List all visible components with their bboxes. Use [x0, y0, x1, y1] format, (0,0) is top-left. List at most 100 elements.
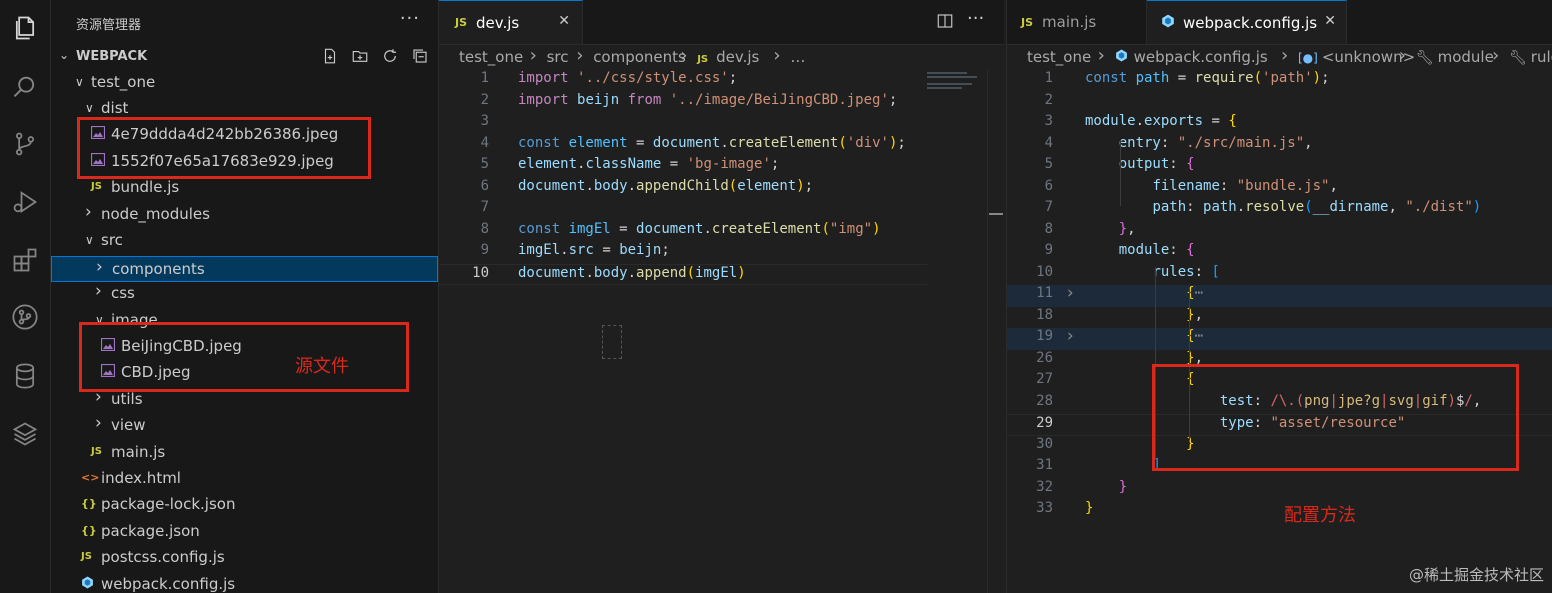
code-text: {⋯ [1186, 285, 1204, 301]
scrollbar-track[interactable] [987, 70, 988, 593]
breadcrumb-label: webpack.config.js [1133, 48, 1268, 66]
tree-item-label: webpack.config.js [101, 575, 236, 593]
line-number: 26 [1036, 349, 1053, 366]
watermark: @稀土掘金技术社区 [1408, 566, 1544, 584]
code-text: imgEl.src = beijn; [518, 242, 670, 258]
split-editor-icon[interactable] [936, 12, 954, 34]
breadcrumb-item[interactable]: 🔧︎rule [1509, 48, 1552, 66]
line-number: 4 [1044, 134, 1053, 151]
webpack-icon [81, 576, 94, 592]
line-number: 5 [1044, 156, 1053, 172]
workspace-section-header[interactable]: ⌄ WEBPACK [51, 46, 438, 68]
close-icon[interactable]: ✕ [1324, 13, 1336, 29]
extensions-icon[interactable] [9, 244, 41, 276]
tab-label: webpack.config.js [1183, 13, 1318, 32]
tree-item[interactable]: › css [51, 281, 438, 307]
run-debug-icon[interactable] [9, 186, 41, 218]
explorer-title: 资源管理器 [76, 18, 142, 33]
breadcrumb-item[interactable]: [●] <unknown> [1298, 48, 1415, 66]
tree-item[interactable]: webpack.config.js [51, 572, 438, 593]
new-folder-icon[interactable] [350, 46, 370, 66]
tree-item-label: postcss.config.js [101, 548, 225, 566]
tab-dev-js[interactable]: JS dev.js ✕ [439, 0, 583, 44]
tree-item-label: node_modules [101, 205, 210, 223]
tree-item[interactable]: JS postcss.config.js [51, 545, 438, 571]
breadcrumb-item[interactable]: JS dev.js [697, 48, 759, 66]
source-control-icon[interactable] [9, 128, 41, 160]
chevron-right-icon: › [96, 257, 103, 277]
breadcrumb-item[interactable]: components [593, 48, 686, 66]
code-text: output: { [1118, 156, 1195, 172]
tree-item-label: css [111, 284, 135, 302]
code-line: 8 }, [1007, 221, 1552, 243]
git-graph-icon[interactable] [9, 301, 41, 333]
line-number: 11 [1036, 285, 1053, 301]
breadcrumb-item[interactable]: test_one [459, 48, 523, 66]
new-file-icon[interactable] [320, 46, 340, 66]
wrench-icon: 🔧︎ [1509, 50, 1527, 66]
line-number: 9 [1044, 242, 1053, 258]
breadcrumb-item[interactable]: … [790, 48, 805, 66]
tree-item[interactable]: › view [51, 413, 438, 439]
code-line: 10 document.body.append(imgEl) [439, 263, 927, 285]
tab-main-js[interactable]: JS main.js [1007, 0, 1147, 44]
tree-item[interactable]: <> index.html [51, 466, 438, 492]
tree-item[interactable]: › node_modules [51, 202, 438, 228]
tree-item[interactable]: › components [51, 256, 438, 282]
code-text: } [1118, 478, 1128, 495]
refresh-icon[interactable] [380, 46, 400, 66]
code-line: › 11 {⋯ [1007, 283, 1552, 307]
chevron-right-icon: › [85, 202, 92, 222]
tree-item[interactable]: ∨ src [51, 228, 438, 254]
tab-webpack-config-js[interactable]: webpack.config.js ✕ [1147, 0, 1347, 44]
code-text: import '../css/style.css'; [518, 70, 738, 86]
config-method-annotation: 配置方法 [1284, 505, 1356, 526]
line-number: 10 [472, 264, 489, 281]
webpack-icon [1161, 14, 1175, 32]
tree-item[interactable]: {} package.json [51, 519, 438, 545]
line-number: 6 [1044, 177, 1053, 194]
code-text: }, [1186, 306, 1204, 323]
more-actions-icon[interactable]: ··· [400, 8, 420, 29]
line-number: 27 [1036, 371, 1053, 387]
tree-item[interactable]: {} package-lock.json [51, 492, 438, 518]
layers-icon[interactable] [9, 418, 41, 450]
code-text: filename: "bundle.js", [1152, 177, 1338, 194]
minimap[interactable] [927, 70, 987, 100]
collapse-all-icon[interactable] [410, 46, 430, 66]
line-number: 9 [480, 242, 489, 258]
line-number: 19 [1036, 328, 1053, 344]
code-line: 5 output: { [1007, 156, 1552, 178]
breadcrumb-item[interactable]: 🔧︎ module [1416, 48, 1494, 66]
bracket-icon: [●] [1298, 51, 1318, 65]
code-line: 1 const path = require('path'); [1007, 70, 1552, 92]
line-number: 6 [480, 177, 489, 194]
line-number: 29 [1036, 415, 1053, 431]
highlight-box-output-images [77, 117, 371, 179]
tree-item-label: test_one [91, 73, 156, 91]
line-number: 4 [480, 134, 489, 151]
files-icon[interactable] [9, 12, 41, 44]
workspace-name: WEBPACK [76, 49, 148, 64]
breadcrumb-label: src [546, 48, 569, 66]
search-icon[interactable] [9, 71, 41, 103]
close-icon[interactable]: ✕ [558, 13, 570, 29]
tree-item[interactable]: ∨ test_one [51, 70, 438, 96]
more-actions-icon[interactable]: ··· [967, 8, 984, 29]
line-number: 2 [1044, 91, 1053, 108]
tree-item[interactable]: JS main.js [51, 440, 438, 466]
line-number: 7 [1044, 199, 1053, 215]
fold-chevron-icon[interactable]: › [1065, 326, 1075, 346]
highlight-box-source-images [79, 322, 409, 392]
fold-chevron-icon[interactable]: › [1065, 283, 1075, 303]
highlight-box-config [1152, 364, 1519, 471]
breadcrumb-item[interactable]: src [547, 48, 569, 66]
breadcrumb-item[interactable]: test_one [1027, 48, 1091, 66]
source-files-annotation: 源文件 [295, 356, 349, 377]
database-icon[interactable] [9, 360, 41, 392]
breadcrumb-label: module [1437, 48, 1494, 66]
breadcrumb-separator-icon: › [680, 45, 688, 66]
editor-group-left: JS dev.js ✕ ··· test_one › src › components ›… [439, 0, 1004, 593]
breadcrumb-item[interactable]: webpack.config.js [1115, 48, 1268, 66]
line-number: 28 [1036, 392, 1053, 409]
